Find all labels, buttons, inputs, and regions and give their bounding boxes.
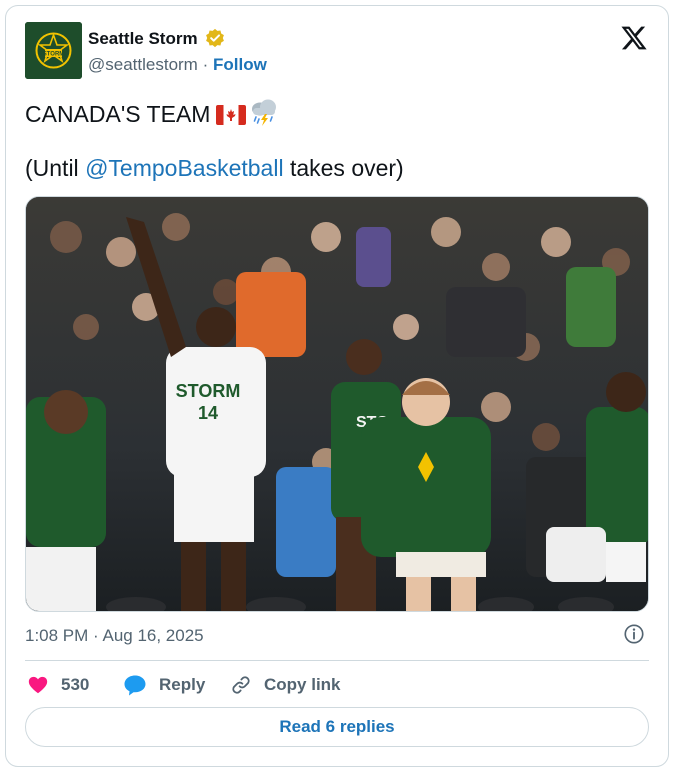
- copy-link-button[interactable]: Copy link: [230, 672, 341, 698]
- mention-link[interactable]: @TempoBasketball: [85, 155, 284, 181]
- like-count: 530: [61, 675, 90, 694]
- x-logo-icon[interactable]: [620, 24, 648, 52]
- canada-flag-icon: [216, 105, 247, 125]
- heart-icon: [28, 676, 48, 694]
- follow-button[interactable]: Follow: [213, 55, 267, 74]
- author-avatar[interactable]: STORM: [25, 22, 82, 79]
- reply-button[interactable]: Reply: [123, 672, 205, 698]
- tweet-text-prefix: (Until: [25, 155, 86, 181]
- tweet-timestamp[interactable]: 1:08 PM · Aug 16, 2025: [25, 626, 204, 646]
- author-handle-row: @seattlestorm · Follow: [88, 55, 267, 75]
- reply-bubble-icon: [124, 675, 146, 696]
- svg-text:STORM: STORM: [176, 381, 241, 401]
- read-replies-button[interactable]: Read 6 replies: [25, 707, 649, 747]
- team-celebration-photo-icon: STORM 14 STO: [26, 197, 648, 611]
- tweet-card: STORM Seattle Storm @seattlestorm · Foll…: [5, 5, 669, 767]
- handle-separator: ·: [202, 55, 209, 74]
- like-button[interactable]: 530: [27, 672, 89, 698]
- verified-badge-icon: [206, 28, 224, 48]
- link-icon: [232, 676, 250, 694]
- storm-cloud-icon: [252, 99, 277, 126]
- tweet-text-main: CANADA'S TEAM: [25, 101, 211, 127]
- svg-text:STORM: STORM: [43, 52, 65, 58]
- author-handle[interactable]: @seattlestorm: [88, 55, 198, 74]
- svg-text:14: 14: [198, 403, 218, 423]
- tweet-text-suffix: takes over): [283, 155, 404, 181]
- author-name[interactable]: Seattle Storm: [88, 29, 198, 49]
- seattle-storm-logo-icon: STORM: [25, 22, 82, 79]
- reply-label: Reply: [159, 675, 206, 694]
- tweet-photo[interactable]: STORM 14 STO: [25, 196, 649, 612]
- divider: [25, 660, 649, 661]
- copy-link-label: Copy link: [264, 675, 341, 694]
- tweet-text-line-2: (Until @TempoBasketball takes over): [25, 155, 404, 182]
- info-icon[interactable]: [623, 623, 645, 645]
- tweet-text-line-1: CANADA'S TEAM: [25, 97, 280, 128]
